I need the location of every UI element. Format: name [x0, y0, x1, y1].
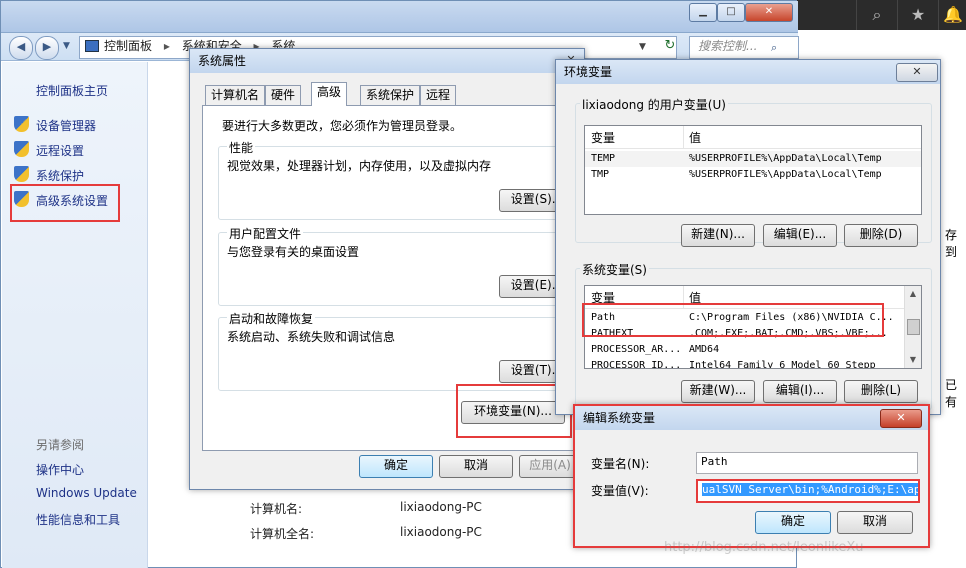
close-button[interactable]: ✕ [745, 3, 793, 22]
shield-icon [14, 166, 29, 182]
variable-name-field[interactable]: Path [696, 452, 918, 474]
back-button[interactable]: ◀ [9, 36, 33, 60]
star-icon[interactable]: ★ [897, 0, 938, 30]
highlight-box [582, 303, 884, 337]
search-input[interactable]: 搜索控制... [689, 36, 799, 59]
maximize-button[interactable]: □ [717, 3, 745, 22]
scroll-up-icon[interactable]: ▲ [905, 286, 921, 302]
sidebar-home-link[interactable]: 控制面板主页 [36, 82, 108, 99]
group-label: 启动和故障恢复 [227, 310, 316, 327]
ok-button[interactable]: 确定 [755, 511, 831, 534]
variable-value-text: ualSVN Server\bin;%Android%;E:\apps [702, 483, 918, 496]
system-properties-dialog: 系统属性 ✕ 计算机名 硬件 高级 系统保护 远程 要进行大多数更改，您必须作为… [189, 48, 585, 490]
page-text-clip: 已有 [945, 378, 958, 409]
tab-system-protection[interactable]: 系统保护 [360, 85, 421, 106]
list-item[interactable]: PROCESSOR_AR... AMD64 [585, 342, 905, 358]
computer-name-label: 计算机名: [250, 502, 303, 516]
close-button[interactable]: ✕ [880, 409, 922, 428]
user-delete-button[interactable]: 删除(D) [844, 224, 918, 247]
user-variables-label: lixiaodong 的用户变量(U) [580, 96, 728, 113]
sidebar-item-windows-update[interactable]: Windows Update [36, 486, 137, 500]
advanced-tab-panel: 要进行大多数更改，您必须作为管理员登录。 性能 视觉效果，处理器计划，内存使用，… [202, 105, 584, 451]
group-description: 视觉效果，处理器计划，内存使用，以及虚拟内存 [227, 159, 492, 173]
tab-computer-name[interactable]: 计算机名 [205, 85, 266, 106]
list-item[interactable]: TMP %USERPROFILE%\AppData\Local\Temp [585, 167, 921, 183]
edit-system-variable-dialog: 编辑系统变量 ✕ 变量名(N): Path 变量值(V): ualSVN Ser… [573, 404, 930, 548]
search-icon[interactable]: ⌕ [856, 0, 897, 30]
shield-icon [14, 141, 29, 157]
list-header: 变量 值 [585, 126, 921, 149]
variable-value-field[interactable]: ualSVN Server\bin;%Android%;E:\apps [696, 479, 920, 503]
address-dropdown-icon[interactable]: ▼ [639, 42, 646, 52]
system-new-button[interactable]: 新建(W)... [681, 380, 755, 403]
system-variables-scrollbar[interactable]: ▲ ▼ [904, 286, 921, 368]
startup-recovery-group: 启动和故障恢复 系统启动、系统失败和调试信息 设置(T)... [218, 310, 576, 391]
tab-advanced[interactable]: 高级 [311, 82, 348, 106]
minimize-button[interactable]: ▁ [689, 3, 717, 22]
history-dropdown-icon[interactable]: ▼ [63, 41, 70, 51]
list-item[interactable]: PROCESSOR_ID... Intel64 Family 6 Model 6… [585, 358, 905, 368]
sidebar-item-action-center[interactable]: 操作中心 [36, 461, 84, 478]
edit-variable-titlebar: 编辑系统变量 [575, 406, 928, 430]
page-text-clip: 存到 [945, 228, 958, 259]
computer-fullname-label: 计算机全名: [250, 527, 315, 541]
variable-value-label: 变量值(V): [591, 484, 649, 498]
admin-note: 要进行大多数更改，您必须作为管理员登录。 [222, 119, 463, 133]
user-variables-list[interactable]: 变量 值 TEMP %USERPROFILE%\AppData\Local\Te… [584, 125, 922, 215]
user-profiles-group: 用户配置文件 与您登录有关的桌面设置 设置(E)... [218, 225, 576, 306]
system-edit-button[interactable]: 编辑(I)... [763, 380, 837, 403]
group-description: 系统启动、系统失败和调试信息 [227, 330, 396, 344]
user-variables-group: lixiaodong 的用户变量(U) 变量 值 TEMP %USERPROFI… [575, 96, 932, 243]
sidebar: 控制面板主页 设备管理器 远程设置 系统保护 高级系统设置 另请参阅 操作中心 … [2, 62, 148, 568]
highlight-box [10, 184, 120, 222]
bell-icon[interactable]: 🔔 [938, 0, 966, 30]
cancel-button[interactable]: 取消 [439, 455, 513, 478]
cancel-button[interactable]: 取消 [837, 511, 913, 534]
environment-variables-dialog: 环境变量 ✕ lixiaodong 的用户变量(U) 变量 值 TEMP %US… [555, 59, 941, 415]
system-properties-titlebar: 系统属性 [190, 49, 584, 73]
list-item[interactable]: TEMP %USERPROFILE%\AppData\Local\Temp [585, 151, 921, 167]
ok-button[interactable]: 确定 [359, 455, 433, 478]
close-button[interactable]: ✕ [896, 63, 938, 82]
user-new-button[interactable]: 新建(N)... [681, 224, 755, 247]
watermark: http://blog.csdn.net/leonlikeXu [664, 540, 864, 555]
scroll-thumb[interactable] [907, 319, 920, 335]
forward-button[interactable]: ▶ [35, 36, 59, 60]
tab-remote[interactable]: 远程 [420, 85, 457, 106]
control-panel-icon [85, 40, 99, 52]
group-label: 用户配置文件 [227, 225, 304, 242]
system-variables-label: 系统变量(S) [580, 261, 649, 278]
control-panel-titlebar: ▁ □ ✕ [1, 1, 798, 33]
variable-name-label: 变量名(N): [591, 457, 650, 471]
system-delete-button[interactable]: 删除(L) [844, 380, 918, 403]
computer-fullname-value: lixiaodong-PC [400, 525, 482, 539]
sidebar-item-remote-settings[interactable]: 远程设置 [36, 142, 84, 159]
breadcrumb-item[interactable]: 控制面板 [104, 39, 152, 53]
shield-icon [14, 116, 29, 132]
user-edit-button[interactable]: 编辑(E)... [763, 224, 837, 247]
performance-group: 性能 视觉效果，处理器计划，内存使用，以及虚拟内存 设置(S)... [218, 139, 576, 220]
apply-button[interactable]: 应用(A) [519, 455, 581, 478]
column-header-variable[interactable]: 变量 [591, 129, 615, 146]
sidebar-item-device-manager[interactable]: 设备管理器 [36, 117, 96, 134]
group-description: 与您登录有关的桌面设置 [227, 245, 360, 259]
refresh-icon[interactable]: ↻ [657, 38, 683, 57]
scroll-down-icon[interactable]: ▼ [905, 352, 921, 368]
computer-name-value: lixiaodong-PC [400, 500, 482, 514]
search-icon[interactable]: ⌕ [771, 41, 777, 55]
column-header-value[interactable]: 值 [689, 129, 701, 146]
group-label: 性能 [227, 139, 256, 156]
sidebar-item-performance-tools[interactable]: 性能信息和工具 [36, 511, 120, 528]
sidebar-item-system-protection[interactable]: 系统保护 [36, 167, 84, 184]
environment-variables-titlebar: 环境变量 [556, 60, 940, 84]
see-also-heading: 另请参阅 [36, 438, 85, 452]
tab-hardware[interactable]: 硬件 [265, 85, 302, 106]
